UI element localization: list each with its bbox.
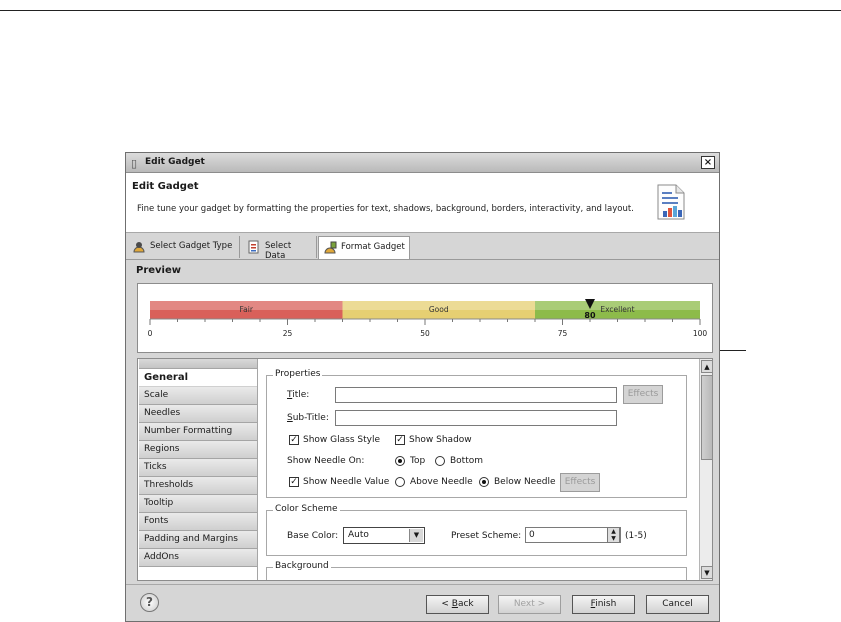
title-effects-button[interactable]: Effects [623,385,663,404]
nav-item-ticks[interactable]: Ticks [139,459,257,477]
dialog-header: Edit Gadget Fine tune your gadget by for… [126,173,719,233]
gauge-region-label: Fair [240,305,254,314]
nav-item-padding-and-margins[interactable]: Padding and Margins [139,531,257,549]
show-needle-value-checkbox[interactable]: ✓ [289,477,299,487]
needle-effects-button[interactable]: Effects [560,473,600,492]
preview-heading: Preview [136,265,182,276]
finish-button[interactable]: Finish [572,595,635,614]
nav-item-fonts[interactable]: Fonts [139,513,257,531]
needle-top-label: Top [410,456,426,466]
gauge-region-label: Good [429,305,449,314]
next-button[interactable]: Next > [498,595,561,614]
properties-group-label: Properties [273,369,323,379]
tab-select-gadget-type[interactable]: Select Gadget Type [128,236,240,258]
nav-item-regions[interactable]: Regions [139,441,257,459]
gauge-needle-value: 80 [584,311,596,320]
back-button[interactable]: < Back [426,595,489,614]
scroll-down-icon[interactable]: ▼ [701,566,712,579]
gauge-region-label: Excellent [600,305,634,314]
background-group-label: Background [273,561,331,571]
general-settings: Properties Title: Effects Sub-Title: ✓ S… [258,359,698,580]
gauge-tick-label: 100 [693,329,708,338]
preset-scheme-label: Preset Scheme: [451,531,522,541]
header-description: Fine tune your gadget by formatting the … [137,204,634,214]
scroll-thumb[interactable] [701,375,712,460]
window-title: Edit Gadget [145,157,205,167]
document-chart-icon [657,184,685,220]
properties-group: Properties Title: Effects Sub-Title: ✓ S… [266,369,687,498]
title-bar[interactable]: ▯ Edit Gadget × [126,153,719,173]
linear-gauge: Fair Good Excellent 0 25 50 75 100 80 [148,299,708,338]
needle-on-label: Show Needle On: [287,456,365,466]
close-button[interactable]: × [701,156,715,169]
nav-item-addons[interactable]: AddOns [139,549,257,567]
gauge-preview: Fair Good Excellent 0 25 50 75 100 80 [137,283,713,353]
format-icon [324,241,337,254]
preset-range-label: (1-5) [625,531,647,541]
nav-item-scale[interactable]: Scale [139,387,257,405]
footer-divider [126,584,719,585]
show-glass-style-checkbox[interactable]: ✓ [289,435,299,445]
tab-label: Select Gadget Type [150,241,233,251]
tab-label: Format Gadget [341,242,405,252]
gauge-tick-label: 25 [283,329,293,338]
gauge-tick-label: 75 [558,329,568,338]
show-shadow-checkbox[interactable]: ✓ [395,435,405,445]
data-icon [248,240,259,254]
preset-scheme-stepper[interactable]: ▲ ▼ [607,527,620,543]
above-needle-radio[interactable] [395,477,405,487]
subtitle-label: Sub-Title: [287,413,329,423]
needle-top-radio[interactable] [395,456,405,466]
tab-select-data[interactable]: Select Data [243,236,317,261]
category-nav: General Scale Needles Number Formatting Regi… [138,359,257,580]
chevron-down-icon[interactable]: ▼ [409,529,423,542]
edit-gadget-dialog: ▯ Edit Gadget × Edit Gadget Fine tune yo… [125,152,720,622]
nav-item-number-formatting[interactable]: Number Formatting [139,423,257,441]
format-panel: General Scale Needles Number Formatting Regi… [137,358,713,581]
needle-bottom-radio[interactable] [435,456,445,466]
nav-item-general[interactable]: General [139,369,257,387]
nav-header [139,359,257,369]
top-rule [0,10,841,11]
show-shadow-label: Show Shadow [409,435,472,445]
base-color-select[interactable]: Auto ▼ [343,527,425,544]
title-input[interactable] [335,387,617,403]
color-scheme-group: Color Scheme Base Color: Auto ▼ Preset S… [266,504,687,556]
cancel-button[interactable]: Cancel [646,595,709,614]
show-needle-value-label: Show Needle Value [303,477,390,487]
tab-divider [126,259,719,260]
tab-label: Select Data [265,241,292,261]
gauge-tick-label: 50 [420,329,430,338]
nav-item-thresholds[interactable]: Thresholds [139,477,257,495]
settings-scrollbar[interactable]: ▲ ▼ [699,359,712,580]
gadget-type-icon [133,242,145,253]
below-needle-label: Below Needle [494,477,556,487]
base-color-value: Auto [348,530,369,540]
subtitle-input[interactable] [335,410,617,426]
base-color-label: Base Color: [287,531,339,541]
window-icon: ▯ [131,157,138,170]
below-needle-radio[interactable] [479,477,489,487]
header-title: Edit Gadget [132,181,199,192]
show-glass-style-label: Show Glass Style [303,435,380,445]
needle-bottom-label: Bottom [450,456,484,466]
nav-item-needles[interactable]: Needles [139,405,257,423]
gauge-tick-label: 0 [148,329,153,338]
above-needle-label: Above Needle [410,477,473,487]
tab-format-gadget[interactable]: Format Gadget [318,236,410,260]
title-label: Title: [287,390,310,400]
help-icon[interactable]: ? [140,593,159,612]
wizard-tabs: Select Gadget Type Select Data Format Ga… [126,236,719,261]
scroll-up-icon[interactable]: ▲ [701,360,712,373]
background-group: Background [266,561,687,580]
nav-item-tooltip[interactable]: Tooltip [139,495,257,513]
color-scheme-group-label: Color Scheme [273,504,340,514]
